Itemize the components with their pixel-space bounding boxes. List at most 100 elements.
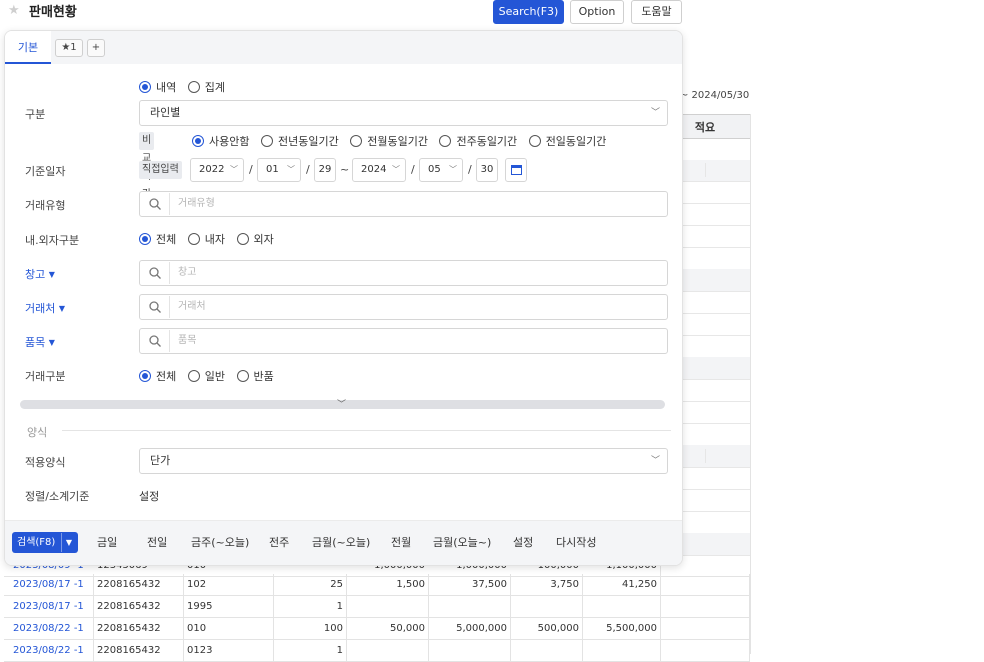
row-vat: 500,000 bbox=[537, 623, 579, 634]
applied-format-label: 적용양식 bbox=[25, 456, 66, 469]
table-row[interactable]: 2023/08/22 -1 2208165432 010 100 50,000 … bbox=[4, 618, 750, 640]
sort-label: 정렬/소계기준 bbox=[25, 490, 90, 503]
date-mode-tag[interactable]: 직접입력 bbox=[139, 161, 182, 179]
row-date[interactable]: 2023/08/17 -1 bbox=[13, 596, 84, 617]
quick-last-week[interactable]: 전주 bbox=[269, 532, 289, 553]
to-month-select[interactable]: 05 ﹀ bbox=[419, 158, 463, 182]
compare-period-radio-group: 사용안함 전년동일기간 전월동일기간 전주동일기간 전일동일기간 bbox=[192, 133, 614, 149]
radio-trade-return[interactable]: 반품 bbox=[236, 368, 282, 384]
division-select[interactable]: 라인별 ﹀ bbox=[139, 100, 668, 126]
to-year-select[interactable]: 2024 ﹀ bbox=[352, 158, 406, 182]
panel-tab-bar: 기본 ★1 + bbox=[5, 31, 682, 64]
from-day-input[interactable]: 29 bbox=[314, 158, 336, 182]
radio-compare-none[interactable]: 사용안함 bbox=[192, 133, 257, 149]
search-f8-label: 검색(F8) bbox=[17, 537, 56, 548]
row-code: 2208165432 bbox=[97, 601, 161, 612]
row-qty: 100 bbox=[323, 623, 343, 634]
radio-detail[interactable]: 내역 bbox=[139, 79, 184, 95]
radio-summary[interactable]: 집계 bbox=[187, 79, 233, 95]
radio-domestic-foreign[interactable]: 외자 bbox=[236, 231, 282, 247]
row-qty: 25 bbox=[330, 579, 343, 590]
footer-settings[interactable]: 설정 bbox=[513, 532, 533, 553]
dropdown-arrow-icon[interactable]: ▼ bbox=[61, 533, 76, 552]
quick-yesterday[interactable]: 전일 bbox=[147, 532, 167, 553]
row-amount: 37,500 bbox=[472, 579, 507, 590]
quick-month-from-today[interactable]: 금월(오늘~) bbox=[433, 532, 491, 553]
calendar-icon[interactable] bbox=[505, 158, 527, 182]
quick-last-month[interactable]: 전월 bbox=[391, 532, 411, 553]
product-label[interactable]: 품목 ▼ bbox=[25, 334, 55, 350]
to-day-input[interactable]: 30 bbox=[476, 158, 498, 182]
radio-domestic-internal[interactable]: 내자 bbox=[187, 231, 233, 247]
radio-compare-last-week[interactable]: 전주동일기간 bbox=[439, 133, 525, 149]
radio-trade-normal[interactable]: 일반 bbox=[187, 368, 233, 384]
chevron-down-icon: ﹀ bbox=[287, 165, 295, 174]
radio-compare-last-day[interactable]: 전일동일기간 bbox=[528, 133, 615, 149]
row-price: 1,500 bbox=[396, 579, 425, 590]
customer-placeholder: 거래처 bbox=[178, 301, 206, 312]
warehouse-search-field[interactable]: 창고 bbox=[139, 260, 668, 286]
product-placeholder: 품목 bbox=[178, 335, 197, 346]
compare-period-tag: 비교기간 bbox=[139, 132, 155, 200]
sort-settings-link[interactable]: 설정 bbox=[139, 488, 159, 504]
from-month-select[interactable]: 01 ﹀ bbox=[257, 158, 301, 182]
row-item: 010 bbox=[187, 623, 207, 634]
caret-down-icon: ▼ bbox=[48, 270, 55, 279]
table-row[interactable]: 2023/08/17 -1 2208165432 1995 1 bbox=[4, 596, 750, 618]
search-button[interactable]: Search(F3) bbox=[493, 0, 564, 24]
row-qty: 1 bbox=[336, 601, 343, 612]
division-radio-group: 내역 집계 bbox=[139, 79, 233, 95]
base-date-label: 기준일자 bbox=[25, 165, 66, 178]
row-price: 50,000 bbox=[390, 623, 425, 634]
favorite-star-icon[interactable]: ★ bbox=[8, 3, 20, 18]
trade-type-label: 거래유형 bbox=[25, 199, 66, 212]
search-f8-button[interactable]: 검색(F8) ▼ bbox=[12, 532, 78, 553]
base-date-row: 직접입력 2022 ﹀ / 01 ﹀ / 29 ~ 2024 ﹀ / 05 ﹀ / 30 bbox=[139, 158, 539, 182]
row-date[interactable]: 2023/08/22 -1 bbox=[13, 640, 84, 661]
applied-format-select[interactable]: 단가 ﹀ bbox=[139, 448, 668, 474]
section-divider bbox=[62, 430, 671, 431]
row-code: 2208165432 bbox=[97, 623, 161, 634]
row-item: 0123 bbox=[187, 645, 213, 656]
warehouse-label[interactable]: 창고 ▼ bbox=[25, 266, 55, 282]
table-row[interactable]: 2023/08/22 -1 2208165432 0123 1 bbox=[4, 640, 750, 662]
row-item: 102 bbox=[187, 579, 207, 590]
from-year-select[interactable]: 2022 ﹀ bbox=[190, 158, 244, 182]
row-total: 5,500,000 bbox=[606, 623, 657, 634]
option-button[interactable]: Option bbox=[570, 0, 624, 24]
help-button[interactable]: 도움말 bbox=[631, 0, 682, 24]
row-amount: 5,000,000 bbox=[456, 623, 507, 634]
trade-type-search-field[interactable]: 거래유형 bbox=[139, 191, 668, 217]
quick-this-week[interactable]: 금주(~오늘) bbox=[191, 532, 249, 553]
radio-compare-last-month[interactable]: 전월동일기간 bbox=[350, 133, 436, 149]
chevron-down-icon: ﹀ bbox=[392, 165, 400, 174]
row-date[interactable]: 2023/08/17 -1 bbox=[13, 574, 84, 595]
domestic-radio-group: 전체 내자 외자 bbox=[139, 231, 282, 247]
radio-compare-last-year[interactable]: 전년동일기간 bbox=[260, 133, 347, 149]
product-search-field[interactable]: 품목 bbox=[139, 328, 668, 354]
customer-label[interactable]: 거래처 ▼ bbox=[25, 300, 65, 316]
table-row[interactable]: 2023/08/17 -1 2208165432 102 25 1,500 37… bbox=[4, 574, 750, 596]
radio-trade-all[interactable]: 전체 bbox=[139, 368, 184, 384]
customer-search-field[interactable]: 거래처 bbox=[139, 294, 668, 320]
row-qty: 1 bbox=[336, 645, 343, 656]
caret-down-icon: ▼ bbox=[58, 304, 66, 313]
date-range-text: ~ 2024/05/30 bbox=[680, 90, 750, 101]
footer-reset[interactable]: 다시작성 bbox=[556, 532, 596, 553]
expand-chevron-icon[interactable]: ﹀ bbox=[337, 397, 346, 410]
trade-type-placeholder: 거래유형 bbox=[178, 198, 215, 209]
radio-domestic-all[interactable]: 전체 bbox=[139, 231, 184, 247]
tab-basic[interactable]: 기본 bbox=[5, 31, 51, 64]
chevron-down-icon: ﹀ bbox=[449, 165, 457, 174]
page-title: 판매현황 bbox=[29, 5, 77, 20]
quick-this-month[interactable]: 금월(~오늘) bbox=[312, 532, 370, 553]
quick-today[interactable]: 금일 bbox=[97, 532, 117, 553]
row-vat: 3,750 bbox=[550, 579, 579, 590]
trade-class-radio-group: 전체 일반 반품 bbox=[139, 368, 282, 384]
add-tab-button[interactable]: + bbox=[87, 39, 105, 57]
row-date[interactable]: 2023/08/22 -1 bbox=[13, 618, 84, 639]
division-select-value: 라인별 bbox=[150, 106, 181, 119]
tab-favorite-1[interactable]: ★1 bbox=[55, 39, 83, 57]
date-separator: / bbox=[411, 163, 415, 176]
warehouse-placeholder: 창고 bbox=[178, 267, 197, 278]
